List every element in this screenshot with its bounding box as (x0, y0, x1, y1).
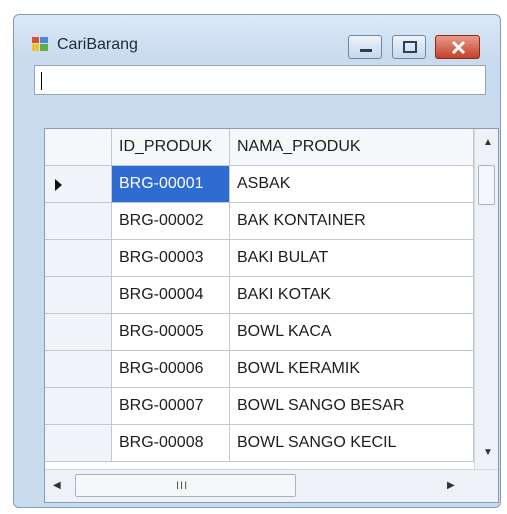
minimize-icon (360, 49, 372, 52)
horizontal-scrollbar[interactable]: ◀ III ▶ (45, 469, 498, 502)
table-row[interactable]: BRG-00002 BAK KONTAINER (45, 203, 498, 240)
scroll-up-icon[interactable]: ▲ (483, 137, 493, 148)
cell-id-produk[interactable]: BRG-00004 (112, 277, 230, 314)
cari-barang-window: CariBarang ID_PRODUK NAMA_PRODUK BRG-000… (13, 14, 501, 508)
column-header-nama-produk[interactable]: NAMA_PRODUK (230, 129, 474, 166)
table-row[interactable]: BRG-00004 BAKI KOTAK (45, 277, 498, 314)
scroll-down-icon[interactable]: ▼ (483, 447, 493, 458)
cell-id-produk[interactable]: BRG-00005 (112, 314, 230, 351)
cell-nama-produk[interactable]: BAKI BULAT (230, 240, 474, 277)
row-header[interactable] (45, 203, 112, 240)
column-header-id-produk[interactable]: ID_PRODUK (112, 129, 230, 166)
grid-header-row: ID_PRODUK NAMA_PRODUK (45, 129, 498, 166)
row-header[interactable] (45, 388, 112, 425)
minimize-button[interactable] (348, 35, 382, 59)
row-header[interactable] (45, 425, 112, 462)
row-pointer-icon (55, 179, 62, 191)
cell-nama-produk[interactable]: BOWL KACA (230, 314, 474, 351)
row-header[interactable] (45, 166, 112, 203)
table-row[interactable]: BRG-00003 BAKI BULAT (45, 240, 498, 277)
maximize-button[interactable] (392, 35, 426, 59)
row-header-corner (45, 129, 112, 166)
title-bar[interactable]: CariBarang (14, 15, 500, 61)
cell-id-produk[interactable]: BRG-00006 (112, 351, 230, 388)
cell-nama-produk[interactable]: BAKI KOTAK (230, 277, 474, 314)
scroll-grip: III (176, 480, 189, 492)
cell-nama-produk[interactable]: BOWL SANGO KECIL (230, 425, 474, 462)
cell-nama-produk[interactable]: ASBAK (230, 166, 474, 203)
close-icon (451, 40, 466, 55)
text-caret (41, 72, 42, 90)
table-row[interactable]: BRG-00007 BOWL SANGO BESAR (45, 388, 498, 425)
scroll-left-icon[interactable]: ◀ (53, 480, 61, 491)
table-row[interactable]: BRG-00006 BOWL KERAMIK (45, 351, 498, 388)
cell-id-produk[interactable]: BRG-00001 (112, 166, 230, 203)
scroll-right-icon[interactable]: ▶ (447, 480, 455, 491)
vertical-scroll-thumb[interactable] (478, 165, 495, 205)
cell-nama-produk[interactable]: BOWL KERAMIK (230, 351, 474, 388)
table-row[interactable]: BRG-00001 ASBAK (45, 166, 498, 203)
row-header[interactable] (45, 351, 112, 388)
cell-id-produk[interactable]: BRG-00003 (112, 240, 230, 277)
row-header[interactable] (45, 277, 112, 314)
cell-nama-produk[interactable]: BOWL SANGO BESAR (230, 388, 474, 425)
row-header[interactable] (45, 314, 112, 351)
table-row[interactable]: BRG-00005 BOWL KACA (45, 314, 498, 351)
form-icon (32, 37, 48, 51)
search-input[interactable] (34, 65, 486, 95)
window-title: CariBarang (57, 36, 138, 53)
maximize-icon (403, 41, 417, 53)
cell-id-produk[interactable]: BRG-00002 (112, 203, 230, 240)
horizontal-scroll-thumb[interactable]: III (75, 474, 296, 497)
table-row[interactable]: BRG-00008 BOWL SANGO KECIL (45, 425, 498, 462)
row-header[interactable] (45, 240, 112, 277)
product-grid[interactable]: ID_PRODUK NAMA_PRODUK BRG-00001 ASBAK BRG-… (44, 128, 499, 503)
cell-nama-produk[interactable]: BAK KONTAINER (230, 203, 474, 240)
cell-id-produk[interactable]: BRG-00008 (112, 425, 230, 462)
close-button[interactable] (435, 35, 480, 59)
vertical-scrollbar[interactable]: ▲ ▼ (474, 129, 498, 469)
cell-id-produk[interactable]: BRG-00007 (112, 388, 230, 425)
